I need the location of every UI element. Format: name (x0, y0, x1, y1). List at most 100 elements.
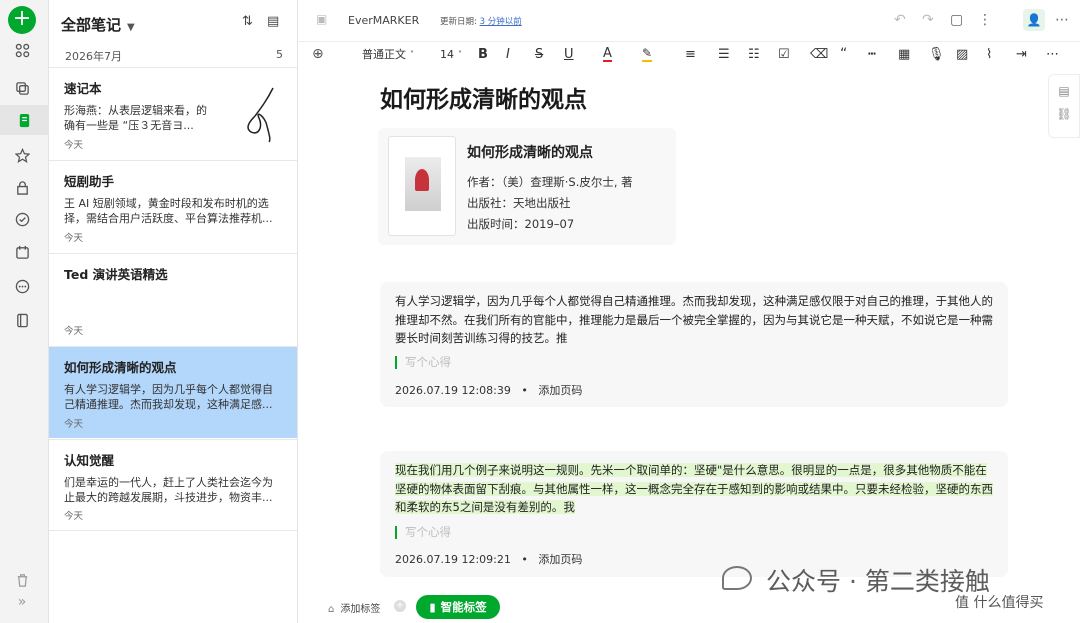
more-circle-icon[interactable] (12, 276, 32, 296)
strikethrough-icon[interactable]: S (535, 46, 543, 62)
align-icon[interactable]: ≡ (685, 46, 696, 62)
add-tag-label: 添加标签 (340, 604, 381, 615)
sketch-thumbnail (247, 87, 274, 143)
updated-info: 更新日期: 3 分钟以前 (440, 15, 522, 27)
highlight-icon[interactable]: ✎ (642, 46, 653, 62)
book-author: 作者：（美）查理斯·S.皮尔士, 著 (467, 175, 633, 189)
book-publisher: 出版社：天地出版社 (467, 196, 571, 210)
expand-icon[interactable]: » (12, 592, 32, 612)
editor-topbar: ▣ EverMARKER 更新日期: 3 分钟以前 ↶ ↷ ▢ ⋮ 👤 ⋯ (298, 0, 1080, 42)
app-name[interactable]: EverMARKER (348, 14, 419, 27)
check-circle-icon[interactable] (12, 209, 32, 229)
more-vertical-icon[interactable]: ⋮ (978, 12, 992, 28)
book-title: 如何形成清晰的观点 (467, 145, 593, 161)
note-title-heading[interactable]: 如何形成清晰的观点 (380, 80, 587, 114)
note-date: 今天 (64, 140, 84, 151)
bold-icon[interactable]: B (478, 46, 488, 62)
book-cover (388, 136, 456, 236)
share-button[interactable]: 👤 (1023, 9, 1045, 31)
list-header[interactable]: 全部笔记 ▼ (61, 14, 135, 35)
numbered-list-icon[interactable]: ☷ (748, 46, 760, 62)
eraser-icon[interactable]: ⌫ (810, 46, 828, 62)
meta-separator: • (521, 553, 528, 566)
size-dropdown[interactable]: 14 ˅ (440, 46, 462, 62)
link-icon[interactable]: ⛓ (1049, 107, 1079, 121)
present-icon[interactable]: ▢ (950, 12, 963, 28)
note-item[interactable]: 认知觉醒 们是幸运的一代人，赶上了人类社会迄今为止最大的跨越发展期，斗技进步，物… (49, 439, 297, 531)
note-item[interactable]: 短剧助手 王 AI 短剧领域，黄金时段和发布时机的选择，需结合用户活跃度、平台算… (49, 160, 297, 252)
note-count: 5 (276, 48, 283, 61)
quote-text: 现在我们用几个例子来说明这一规则。先米一个取间单的：坚硬"是什么意思。很明显的一… (395, 461, 993, 517)
attachment-icon[interactable]: ⌇ (986, 46, 992, 62)
note-input[interactable]: 写个心得 (395, 526, 451, 539)
undo-icon[interactable]: ↶ (894, 12, 906, 28)
note-title: 认知觉醒 (64, 453, 115, 468)
editor-body[interactable]: 如何形成清晰的观点 如何形成清晰的观点 作者：（美）查理斯·S.皮尔士, 著 出… (298, 66, 1048, 590)
lock-icon[interactable] (12, 177, 32, 197)
view-toggle-icon[interactable]: ▤ (267, 14, 279, 29)
style-dropdown[interactable]: 普通正文 ˅ (362, 46, 414, 62)
left-rail: + » (0, 0, 49, 623)
window-icon[interactable]: ▣ (316, 12, 327, 26)
note-item[interactable]: Ted 演讲英语精选 今天 (49, 253, 297, 345)
font-color-icon[interactable]: A (603, 46, 612, 62)
quote-card[interactable]: 现在我们用几个例子来说明这一规则。先米一个取间单的：坚硬"是什么意思。很明显的一… (380, 451, 1008, 577)
add-tag-button[interactable]: ⌂ 添加标签 (328, 600, 380, 615)
note-title: 如何形成清晰的观点 (64, 360, 177, 375)
notebook-icon[interactable] (12, 310, 32, 330)
style-value: 普通正文 (362, 48, 406, 61)
add-page-link[interactable]: 添加页码 (538, 384, 582, 397)
checkbox-icon[interactable]: ☑ (778, 46, 790, 62)
note-date: 今天 (64, 326, 84, 337)
note-title: Ted 演讲英语精选 (64, 267, 168, 282)
trash-icon[interactable] (12, 570, 32, 590)
outline-icon[interactable]: ▤ (1049, 84, 1079, 98)
quote-timestamp: 2026.07.19 12:08:39 (395, 384, 511, 397)
book-card[interactable]: 如何形成清晰的观点 作者：（美）查理斯·S.皮尔士, 著 出版社：天地出版社 出… (378, 128, 676, 245)
quote-meta: 2026.07.19 12:08:39 • 添加页码 (395, 382, 582, 398)
redo-icon[interactable]: ↷ (922, 12, 934, 28)
grid-icon[interactable] (12, 40, 32, 60)
copy-icon[interactable] (12, 78, 32, 98)
smart-tag-label: 智能标签 (440, 600, 487, 614)
chevron-down-icon: ▼ (127, 22, 135, 33)
note-item[interactable]: 速记本 形海燕：从表层逻辑来看，的确有一些是 “压３无音ヨ... 今天 (49, 67, 297, 159)
italic-icon[interactable]: I (506, 46, 510, 62)
note-date: 今天 (64, 233, 84, 244)
image-icon[interactable]: ▨ (956, 46, 968, 62)
insert-icon[interactable]: ⊕ (312, 46, 324, 62)
add-tag-plus-icon[interactable]: + (394, 600, 406, 612)
quote-timestamp: 2026.07.19 12:09:21 (395, 553, 511, 566)
calendar-icon[interactable] (12, 242, 32, 262)
star-icon[interactable] (12, 145, 32, 165)
more-icon[interactable]: ⋯ (1046, 46, 1059, 62)
note-snippet: 形海燕：从表层逻辑来看，的确有一些是 “压３无音ヨ... (64, 104, 207, 132)
new-note-button[interactable]: + (8, 6, 36, 34)
updated-label: 更新日期: (440, 17, 477, 27)
meta-separator: • (521, 384, 528, 397)
smart-tag-button[interactable]: ▮ 智能标签 (416, 595, 500, 619)
underline-icon[interactable]: U (564, 46, 574, 62)
size-value: 14 (440, 47, 454, 61)
sort-icon[interactable]: ⇅ (242, 14, 253, 29)
quote-card[interactable]: 有人学习逻辑学，因为几乎每个人都觉得自己精通推理。杰而我却发现，这种满足感仅限于… (380, 282, 1008, 407)
microphone-icon[interactable]: 🎙 (928, 46, 945, 62)
quote-icon[interactable]: “ (840, 46, 847, 62)
book-pubdate: 出版时间：2019–07 (467, 217, 575, 231)
indent-icon[interactable]: ⇥ (1016, 46, 1027, 62)
watermark-sub: 值 什么值得买 (955, 595, 1044, 611)
add-page-link[interactable]: 添加页码 (538, 553, 582, 566)
chevron-down-icon: ˅ (458, 49, 462, 59)
updated-value[interactable]: 3 分钟以前 (480, 17, 522, 27)
wechat-logo-icon (722, 566, 752, 590)
table-icon[interactable]: ▦ (898, 46, 910, 62)
note-input[interactable]: 写个心得 (395, 356, 451, 369)
divider-icon[interactable]: ┅ (868, 46, 876, 62)
more-horizontal-icon[interactable]: ⋯ (1055, 12, 1069, 28)
note-snippet: 有人学习逻辑学，因为几乎每个人都觉得自己精通推理。杰而我却发现，这种满足感... (64, 383, 273, 411)
notes-icon[interactable] (0, 105, 49, 135)
note-item-selected[interactable]: 如何形成清晰的观点 有人学习逻辑学，因为几乎每个人都觉得自己精通推理。杰而我却发… (49, 346, 297, 438)
smart-tag-icon: ▮ (429, 600, 436, 614)
bullet-list-icon[interactable]: ☰ (718, 46, 730, 62)
note-list: 全部笔记 ▼ ⇅ ▤ 2026年7月 5 速记本 形海燕：从表层逻辑来看，的确有一… (49, 0, 298, 623)
